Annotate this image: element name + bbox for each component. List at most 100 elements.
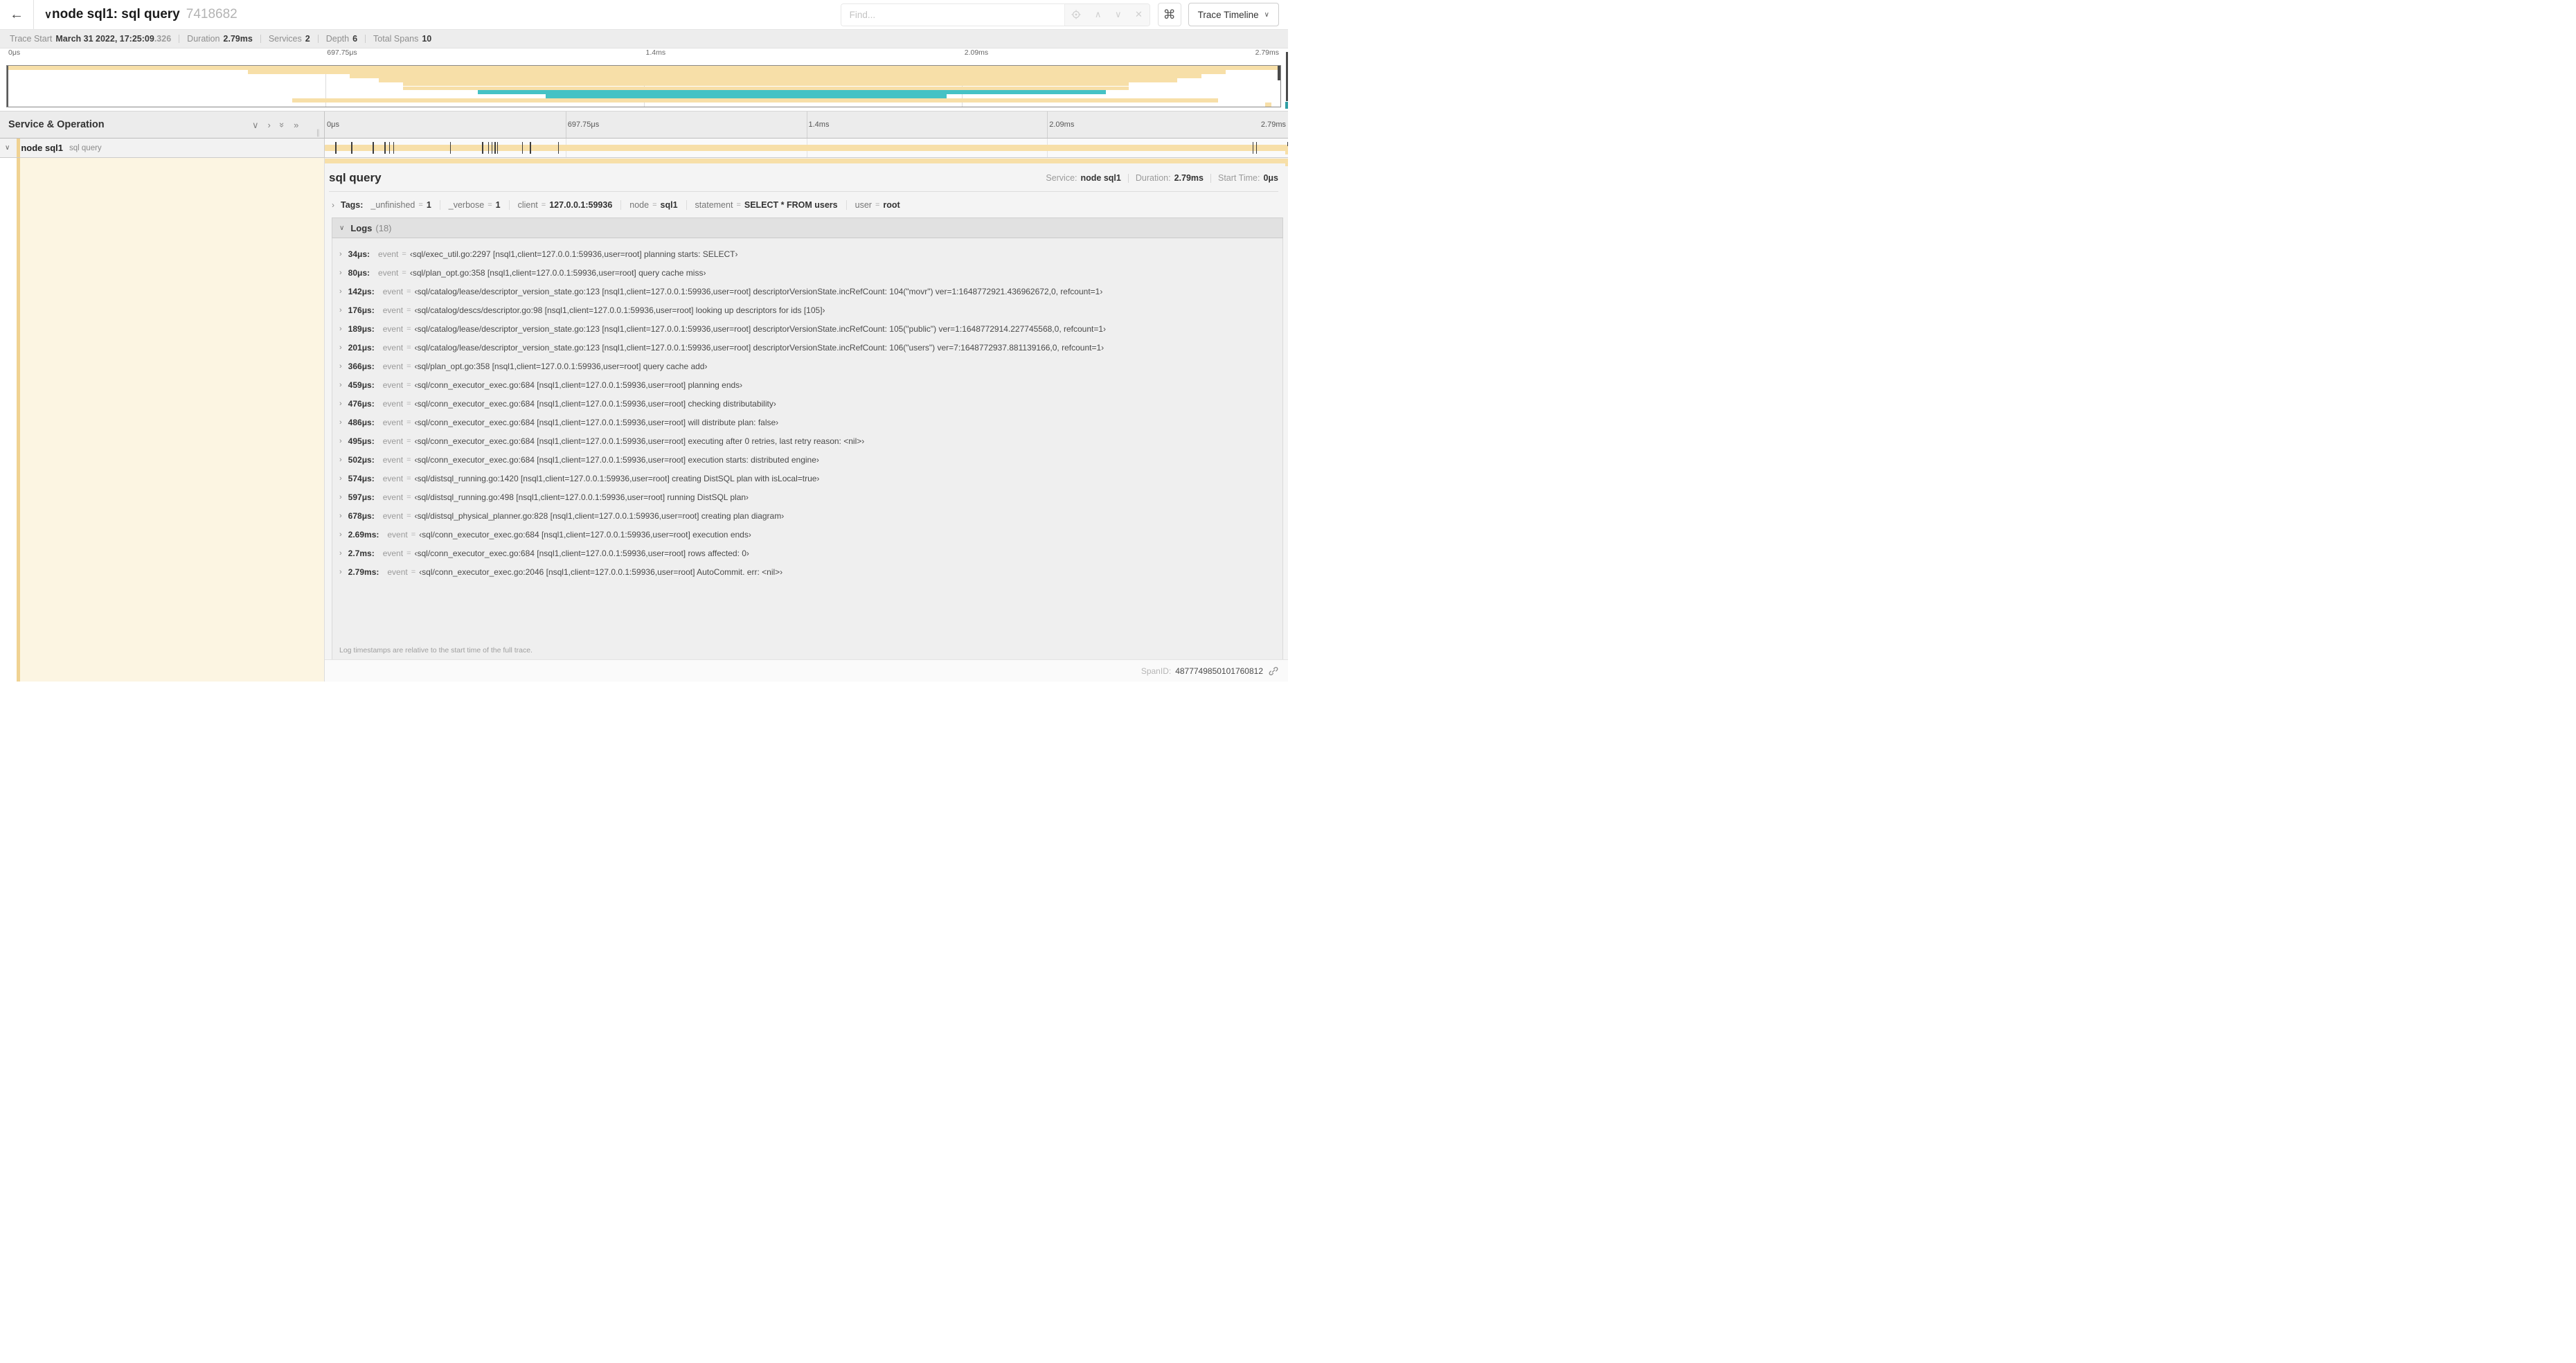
log-field-value: ‹sql/distsql_running.go:498 [nsql1,clien… bbox=[414, 492, 749, 502]
chevron-right-icon: › bbox=[339, 418, 342, 427]
chevron-down-icon: ∨ bbox=[339, 224, 345, 232]
logs-header[interactable]: ∨ Logs (18) bbox=[332, 217, 1283, 238]
log-timestamp: 2.79ms: bbox=[348, 567, 379, 577]
log-entry[interactable]: › 2.69ms: event = ‹sql/conn_executor_exec.go… bbox=[332, 525, 1282, 544]
log-entry[interactable]: › 2.79ms: event = ‹sql/conn_executor_exec.go… bbox=[332, 562, 1282, 581]
log-timestamp: 201μs: bbox=[348, 342, 375, 353]
chevron-right-icon: › bbox=[332, 200, 334, 210]
log-entry[interactable]: › 502μs: event = ‹sql/conn_executor_exec.go:… bbox=[332, 450, 1282, 469]
log-equals: = bbox=[406, 549, 411, 558]
trace-collapse-chevron-icon[interactable]: ∨ bbox=[44, 8, 52, 21]
duration-value: 2.79ms bbox=[1174, 173, 1204, 183]
log-field-value: ‹sql/catalog/lease/descriptor_version_st… bbox=[414, 323, 1107, 334]
collapse-all-icon[interactable]: » bbox=[277, 122, 287, 127]
next-match-icon[interactable]: ∨ bbox=[1115, 9, 1122, 20]
trace-id: 7418682 bbox=[186, 7, 238, 21]
log-timestamp: 502μs: bbox=[348, 454, 375, 465]
trace-summary-bar: Trace Start March 31 2022, 17:25:09.326 Du… bbox=[0, 30, 1288, 48]
expand-all-icon[interactable]: » bbox=[294, 121, 298, 130]
minimap-canvas[interactable] bbox=[6, 65, 1281, 107]
log-timestamp: 2.7ms: bbox=[348, 548, 375, 558]
log-field-key: event bbox=[382, 473, 404, 483]
log-entry[interactable]: › 366μs: event = ‹sql/plan_opt.go:358 [nsql1… bbox=[332, 357, 1282, 375]
trace-name: node sql1: sql query bbox=[51, 7, 180, 21]
log-entry[interactable]: › 189μs: event = ‹sql/catalog/lease/descript… bbox=[332, 319, 1282, 338]
logs-label: Logs bbox=[350, 222, 373, 233]
timeline-tick-label: 697.75μs bbox=[567, 121, 600, 129]
log-equals: = bbox=[406, 287, 411, 296]
log-entry[interactable]: › 459μs: event = ‹sql/conn_executor_exec.go:… bbox=[332, 375, 1282, 394]
log-entry[interactable]: › 486μs: event = ‹sql/conn_executor_exec.go:… bbox=[332, 413, 1282, 431]
find-group: ∧ ∨ ✕ bbox=[840, 3, 1150, 26]
log-entry[interactable]: › 476μs: event = ‹sql/conn_executor_exec.go:… bbox=[332, 394, 1282, 413]
log-timestamp: 574μs: bbox=[348, 473, 375, 483]
tag-value: 1 bbox=[426, 200, 431, 210]
log-field-key: event bbox=[382, 492, 404, 502]
clear-find-icon[interactable]: ✕ bbox=[1135, 9, 1143, 20]
tag-equals: = bbox=[541, 201, 546, 209]
tag-item: _unfinished = 1 bbox=[370, 200, 431, 210]
span-row[interactable]: ∨ node sql1 sql query bbox=[0, 139, 1288, 158]
spanid-label: SpanID: bbox=[1141, 666, 1172, 676]
log-entry[interactable]: › 80μs: event = ‹sql/plan_opt.go:358 [nsql1,… bbox=[332, 263, 1282, 282]
keyboard-shortcuts-button[interactable]: ⌘ bbox=[1157, 3, 1181, 26]
span-service-name: node sql1 bbox=[21, 143, 64, 153]
summary-item: Duration 2.79ms bbox=[187, 34, 253, 44]
log-entry[interactable]: › 495μs: event = ‹sql/conn_executor_exec.go:… bbox=[332, 431, 1282, 450]
find-input[interactable] bbox=[841, 3, 1064, 26]
log-field-key: event bbox=[382, 436, 404, 446]
span-row-timeline bbox=[325, 139, 1288, 157]
minimap-left-scrubber[interactable] bbox=[7, 66, 8, 107]
service-operation-header: Service & Operation ∨ › » » ∥ bbox=[0, 112, 325, 138]
log-field-value: ‹sql/conn_executor_exec.go:684 [nsql1,cl… bbox=[414, 398, 776, 409]
span-tint-background bbox=[20, 158, 324, 682]
log-entry[interactable]: › 34μs: event = ‹sql/exec_util.go:2297 [nsql… bbox=[332, 244, 1282, 263]
span-detail-panel: sql query Service: node sql1 Duration: 2… bbox=[325, 158, 1288, 682]
tag-value: sql1 bbox=[660, 200, 678, 210]
chevron-right-icon: › bbox=[339, 324, 342, 333]
collapse-one-icon[interactable]: ∨ bbox=[252, 121, 259, 130]
prev-match-icon[interactable]: ∧ bbox=[1095, 9, 1102, 20]
timeline-tick-label: 0μs bbox=[327, 121, 339, 129]
chevron-right-icon: › bbox=[339, 268, 342, 277]
log-field-key: event bbox=[382, 454, 404, 465]
tags-section[interactable]: › Tags: _unfinished = 1 _verbose = 1 client = 12… bbox=[332, 196, 1278, 214]
back-arrow-icon: ← bbox=[10, 6, 24, 22]
log-entry[interactable]: › 574μs: event = ‹sql/distsql_running.go:142… bbox=[332, 469, 1282, 488]
copy-link-icon[interactable] bbox=[1269, 666, 1278, 676]
span-collapse-chevron-icon[interactable]: ∨ bbox=[5, 144, 10, 152]
log-entry[interactable]: › 2.7ms: event = ‹sql/conn_executor_exec.go:… bbox=[332, 544, 1282, 562]
log-entry[interactable]: › 176μs: event = ‹sql/catalog/descs/descript… bbox=[332, 301, 1282, 319]
log-marker bbox=[1255, 142, 1258, 154]
timeline-tick-label: 2.09ms bbox=[1049, 121, 1075, 129]
log-equals: = bbox=[411, 530, 416, 539]
timeline-tick-label: 2.79ms bbox=[1260, 121, 1286, 129]
span-duration-bar[interactable] bbox=[325, 145, 1287, 151]
chevron-right-icon: › bbox=[339, 436, 342, 445]
log-marker bbox=[384, 142, 386, 154]
tags-label: Tags: bbox=[341, 200, 364, 210]
log-field-key: event bbox=[387, 567, 408, 577]
focus-match-icon[interactable] bbox=[1071, 10, 1081, 19]
trace-view-select[interactable]: Trace Timeline ∨ bbox=[1188, 3, 1279, 26]
log-timestamp: 678μs: bbox=[348, 510, 375, 521]
minimap-right-scrubber[interactable] bbox=[1278, 66, 1280, 80]
tag-item: _verbose = 1 bbox=[449, 200, 501, 210]
logs-list: › 34μs: event = ‹sql/exec_util.go:2297 [nsql… bbox=[332, 238, 1283, 660]
chevron-right-icon: › bbox=[339, 399, 342, 408]
span-extent-accent-bar bbox=[325, 159, 1288, 163]
log-entry[interactable]: › 142μs: event = ‹sql/catalog/lease/descript… bbox=[332, 282, 1282, 301]
log-entry[interactable]: › 597μs: event = ‹sql/distsql_running.go:498… bbox=[332, 488, 1282, 506]
log-equals: = bbox=[406, 418, 411, 427]
log-field-value: ‹sql/conn_executor_exec.go:684 [nsql1,cl… bbox=[414, 454, 819, 465]
log-entry[interactable]: › 201μs: event = ‹sql/catalog/lease/descript… bbox=[332, 338, 1282, 357]
log-timestamp: 597μs: bbox=[348, 492, 375, 502]
log-field-key: event bbox=[378, 267, 399, 278]
column-resizer-handle[interactable]: ∥ bbox=[316, 128, 321, 137]
log-entry[interactable]: › 678μs: event = ‹sql/distsql_physical_plann… bbox=[332, 506, 1282, 525]
expand-one-icon[interactable]: › bbox=[268, 121, 271, 130]
chevron-right-icon: › bbox=[339, 474, 342, 483]
back-button[interactable]: ← bbox=[0, 0, 34, 29]
info-separator bbox=[1210, 173, 1211, 183]
log-timestamp: 142μs: bbox=[348, 286, 375, 296]
